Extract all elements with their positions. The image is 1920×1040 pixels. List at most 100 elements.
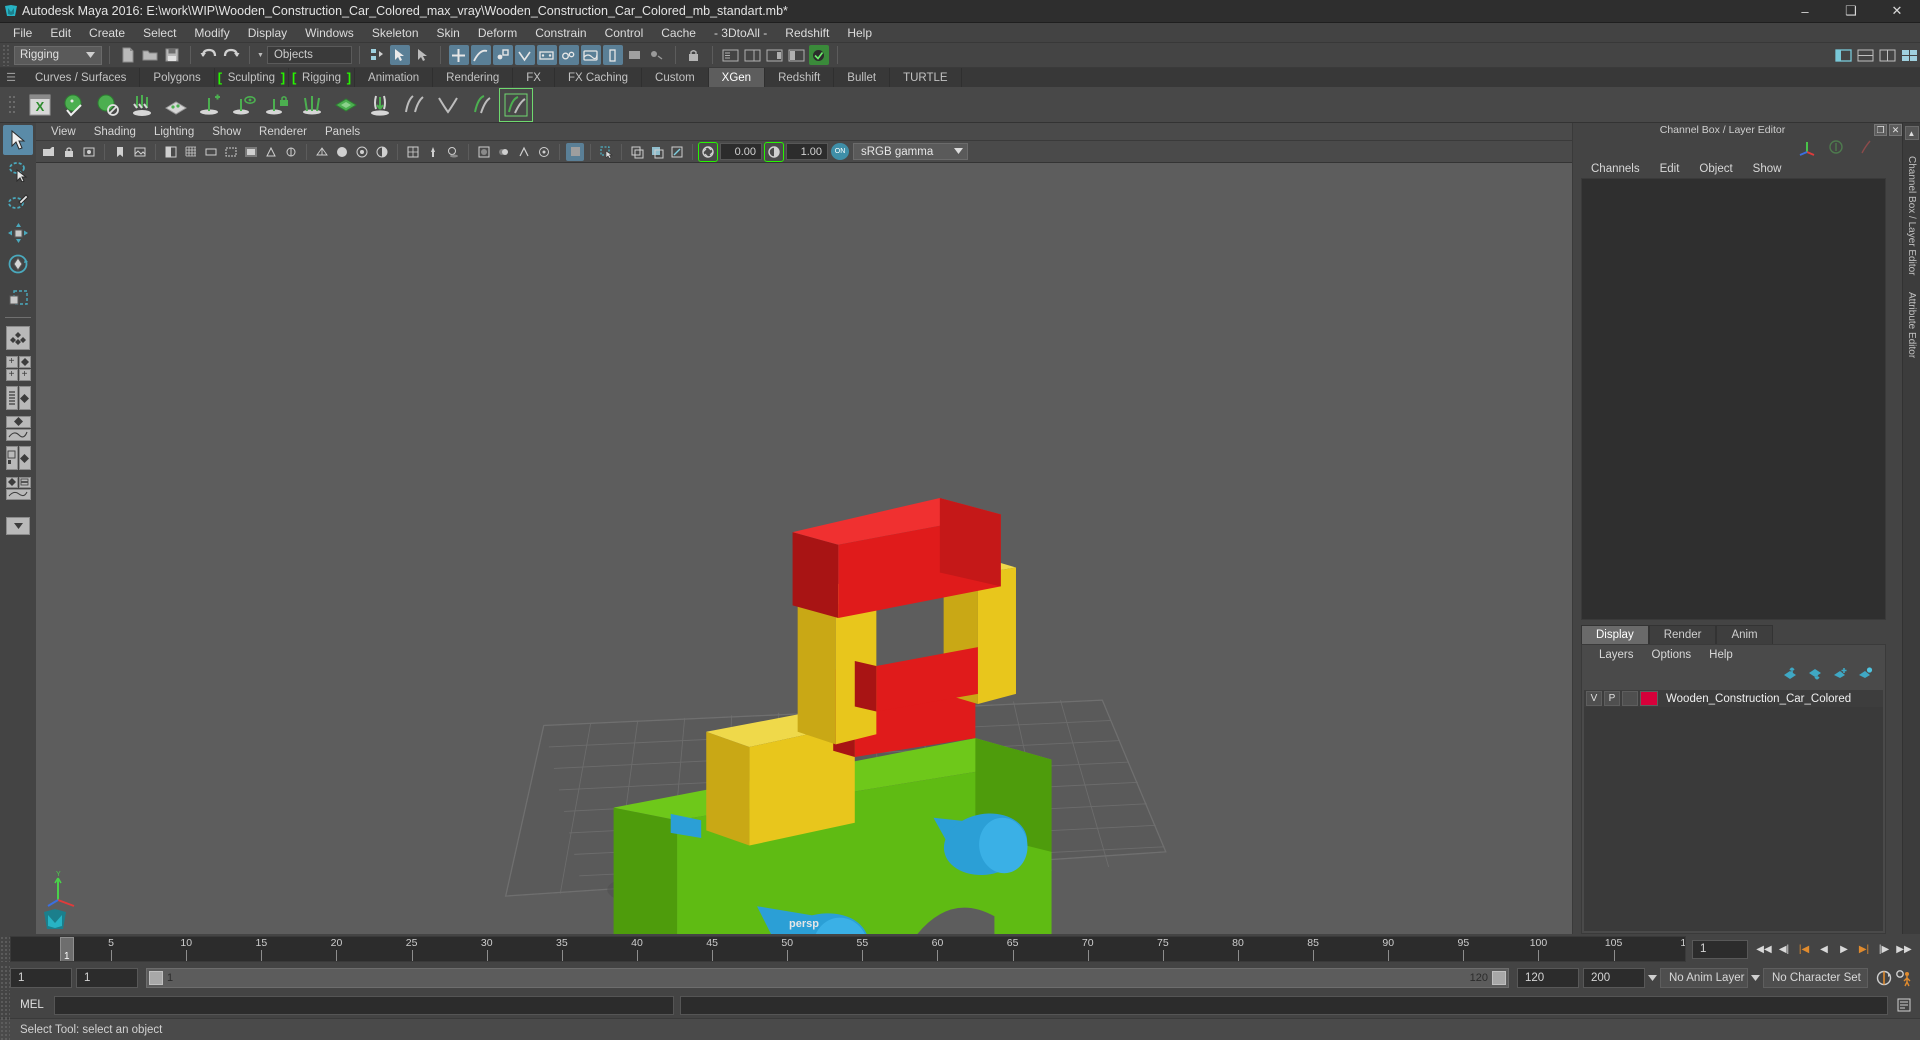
new-layer-icon[interactable] [1833,667,1848,683]
character-set-combo[interactable]: No Character Set [1763,968,1868,988]
go-to-start-button[interactable]: ◀◀ [1754,939,1774,959]
workspace-icon-3[interactable] [1877,45,1897,65]
channelbox-menu-channels[interactable]: Channels [1581,163,1650,175]
move-layer-up-icon[interactable] [1783,667,1798,683]
menu-item-create[interactable]: Create [80,23,134,43]
channelbox-menu-edit[interactable]: Edit [1650,163,1690,175]
-shelf-tab-rendering[interactable]: Rendering [433,68,514,87]
-shelf-tab-xgen[interactable]: XGen [708,68,766,87]
xgen-density-mask-icon[interactable] [160,89,192,121]
menu-item-edit[interactable]: Edit [41,23,80,43]
menu-item-control[interactable]: Control [596,23,653,43]
two-sided-lighting-icon[interactable] [162,143,180,161]
outliner-persp-layout[interactable] [5,385,31,411]
screen-space-ao-icon[interactable] [475,143,493,161]
layer-menu-options[interactable]: Options [1643,649,1701,661]
lasso-select-tool[interactable] [3,156,33,186]
xgen-status-icon[interactable] [808,45,829,65]
anim-start-field[interactable]: 1 [76,968,138,988]
menu-item-cache[interactable]: Cache [652,23,705,43]
time-slider-grip[interactable] [0,936,10,962]
lock-camera-icon[interactable] [60,143,78,161]
go-to-end-button[interactable]: ▶▶ [1894,939,1914,959]
smooth-shading-icon[interactable] [333,143,351,161]
sidebar-toggle-outliner-icon[interactable] [721,45,741,65]
layer-playback-toggle[interactable]: P [1604,691,1620,706]
range-track[interactable]: 1 120 [146,968,1509,988]
smooth-shade-all-icon[interactable] [353,143,371,161]
xgen-editor-icon[interactable]: X [24,89,56,121]
start-time-field[interactable]: 1 [10,968,72,988]
object-select-icon[interactable] [389,45,410,65]
channel-box-toggle-icon[interactable] [1828,139,1844,158]
multisample-aa-icon[interactable] [515,143,533,161]
exposure-field[interactable]: 0.00 [720,143,762,160]
menu-set-selector[interactable]: Rigging [14,45,102,65]
open-scene-icon[interactable] [140,45,160,65]
select-tool[interactable] [3,125,33,155]
menu-item-windows[interactable]: Windows [296,23,363,43]
shadows-icon[interactable] [444,143,462,161]
-shelf-tab-turtle[interactable]: TURTLE [890,68,962,87]
layer-row[interactable]: V P Wooden_Construction_Car_Colored [1584,690,1883,707]
layer-name[interactable]: Wooden_Construction_Car_Colored [1660,693,1851,705]
strip-collapse-icon[interactable]: ▲ [1904,126,1919,140]
auto-keyframe-icon[interactable] [1874,968,1894,988]
color-management-combo[interactable]: sRGB gamma [853,143,968,160]
layer-menu-help[interactable]: Help [1700,649,1742,661]
-shelf-tab-curves-surfaces[interactable]: Curves / Surfaces [22,68,141,87]
menu-item-constrain[interactable]: Constrain [526,23,595,43]
xgen-groom-eye-icon[interactable] [228,89,260,121]
status-bar-grip[interactable] [0,1016,10,1040]
redo-icon[interactable] [221,45,241,65]
selection-mask-arrow-icon[interactable]: ▼ [257,52,264,59]
range-end-handle[interactable] [1492,971,1506,985]
render-view-icon[interactable] [580,45,601,65]
shelf-grip[interactable] [1,87,23,123]
channel-box-content[interactable] [1581,178,1886,620]
grid-toggle-icon[interactable] [182,143,200,161]
menu-item-3dtoall[interactable]: - 3DtoAll - [705,23,776,43]
single-perspective-layout[interactable] [5,325,31,351]
-shelf-tab-custom[interactable]: Custom [642,68,709,87]
anim-layer-arrow-icon[interactable] [1645,975,1660,981]
snap-to-view-planes-icon[interactable] [536,45,557,65]
image-plane-icon[interactable] [131,143,149,161]
camera-attributes-icon[interactable] [80,143,98,161]
more-layouts-button[interactable] [5,513,31,539]
viewport-menu-shading[interactable]: Shading [85,126,145,138]
hypershade-persp-layout[interactable] [5,445,31,471]
snap-to-curve-icon[interactable] [470,45,491,65]
attribute-curve-icon[interactable] [1856,139,1872,158]
menu-item-display[interactable]: Display [239,23,296,43]
viewport-layers-filled-icon[interactable] [648,143,666,161]
panel-drag-dots-right[interactable] [1793,129,1872,131]
sidebar-toggle-attribute-icon[interactable] [743,45,763,65]
workspace-icon-4[interactable] [1899,45,1919,65]
range-start-handle[interactable] [149,971,163,985]
move-tool[interactable] [3,218,33,248]
layer-editor-tab-display[interactable]: Display [1581,625,1649,644]
step-forward-frame-button[interactable]: ▶| [1854,939,1874,959]
selection-mask-field[interactable]: Objects [266,46,352,64]
undo-icon[interactable] [199,45,219,65]
wireframe-shading-icon[interactable] [313,143,331,161]
close-button[interactable]: ✕ [1874,0,1920,23]
-shelf-tab-animation[interactable]: Animation [355,68,434,87]
workspace-icon-1[interactable] [1833,45,1853,65]
bookmark-icon[interactable] [111,143,129,161]
shade-options-icon[interactable] [373,143,391,161]
step-back-frame-button[interactable]: |◀ [1794,939,1814,959]
play-forwards-button[interactable]: ▶ [1834,939,1854,959]
textured-display-icon[interactable] [404,143,422,161]
layer-editor-tab-anim[interactable]: Anim [1716,625,1773,644]
current-frame-field[interactable]: 1 [1692,939,1748,959]
persp-graph-dope-layout[interactable] [5,475,31,501]
save-scene-icon[interactable] [162,45,182,65]
motion-blur-icon[interactable] [495,143,513,161]
viewport-menu-lighting[interactable]: Lighting [145,126,203,138]
character-set-arrow-icon[interactable] [1748,975,1763,981]
command-response-field[interactable] [680,995,1888,1015]
xgen-sphere-block-icon[interactable] [92,89,124,121]
gamma-field[interactable]: 1.00 [786,143,828,160]
